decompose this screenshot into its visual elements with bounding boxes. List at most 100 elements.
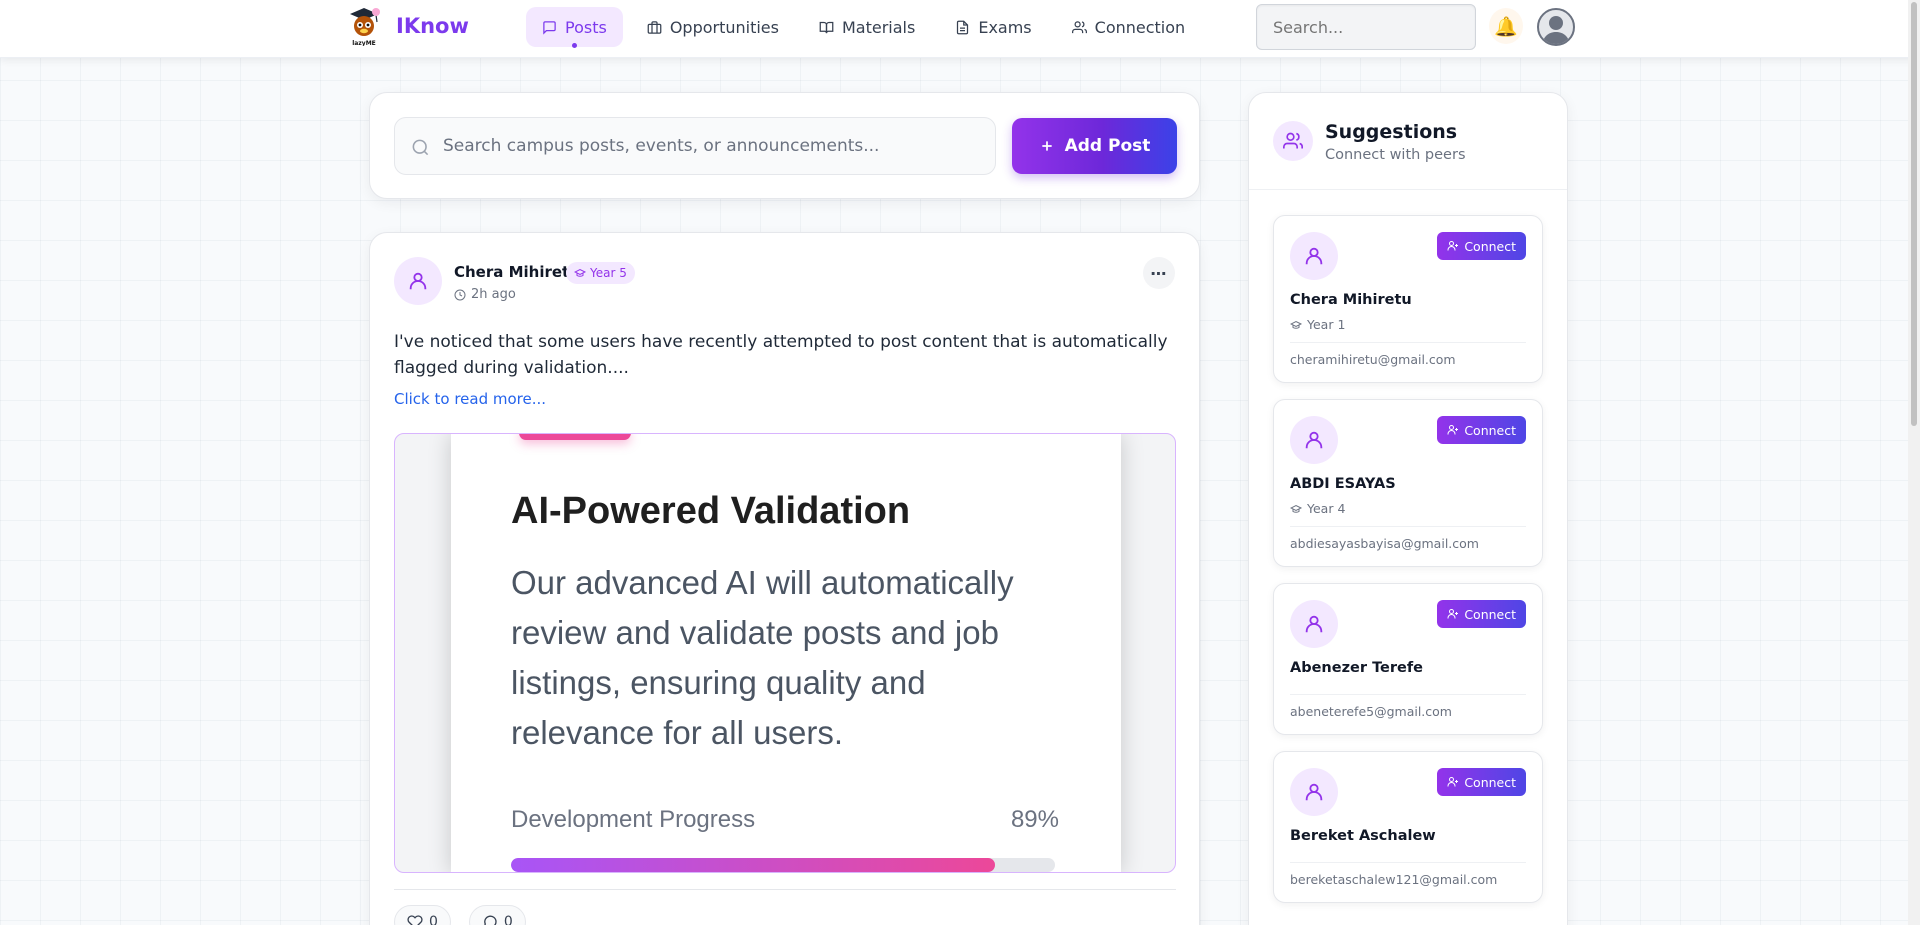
post-time: 2h ago bbox=[454, 287, 516, 302]
message-square-icon bbox=[543, 20, 556, 35]
comment-icon bbox=[484, 915, 497, 925]
image-title: AI-Powered Validation bbox=[511, 490, 911, 532]
suggestion-avatar[interactable] bbox=[1290, 768, 1338, 816]
year-badge-label: Year 5 bbox=[590, 266, 627, 280]
scrollbar-thumb[interactable] bbox=[1911, 2, 1917, 426]
heart-icon bbox=[407, 915, 423, 925]
users-icon bbox=[1273, 121, 1313, 161]
post-actions: 0 0 bbox=[394, 905, 526, 925]
nav-exams[interactable]: Exams bbox=[939, 7, 1047, 47]
briefcase-icon bbox=[647, 20, 662, 34]
post-author-name[interactable]: Chera Mihiretu bbox=[454, 263, 580, 281]
user-icon bbox=[1305, 783, 1323, 801]
post-card: Chera Mihiretu Year 5 2h ago ⋯ I've noti… bbox=[369, 232, 1200, 925]
suggestion-name[interactable]: Bereket Aschalew bbox=[1290, 828, 1436, 844]
suggestions-title: Suggestions bbox=[1325, 121, 1458, 143]
top-navbar: lazyME IKnow Posts Opportunities Materia… bbox=[0, 0, 1920, 58]
user-icon bbox=[1305, 247, 1323, 265]
suggestion-email: cheramihiretu@gmail.com bbox=[1290, 352, 1456, 367]
post-image-content: AI-Powered Validation Our advanced AI wi… bbox=[451, 434, 1121, 872]
like-count: 0 bbox=[429, 914, 438, 925]
nav-materials[interactable]: Materials bbox=[803, 7, 931, 47]
suggestion-divider bbox=[1290, 342, 1526, 343]
suggestion-name[interactable]: Chera Mihiretu bbox=[1290, 292, 1412, 308]
comment-button[interactable]: 0 bbox=[468, 905, 526, 925]
suggestion-divider bbox=[1290, 862, 1526, 863]
connect-button[interactable]: Connect bbox=[1437, 232, 1526, 260]
suggestion-year: Year 4 bbox=[1290, 501, 1345, 516]
graduation-cap-icon bbox=[574, 268, 586, 277]
book-open-icon bbox=[819, 21, 834, 33]
suggestion-avatar[interactable] bbox=[1290, 416, 1338, 464]
feed-search-input[interactable] bbox=[443, 118, 983, 174]
search-icon bbox=[412, 139, 429, 156]
user-avatar[interactable] bbox=[1537, 8, 1575, 46]
suggestion-year: Year 1 bbox=[1290, 317, 1345, 332]
suggestion-avatar[interactable] bbox=[1290, 600, 1338, 648]
suggestion-card: Connect Chera Mihiretu Year 1 cheramihir… bbox=[1273, 215, 1543, 383]
brand-name[interactable]: IKnow bbox=[396, 14, 469, 38]
user-plus-icon bbox=[1447, 425, 1459, 435]
suggestion-divider bbox=[1290, 694, 1526, 695]
users-icon bbox=[1071, 20, 1087, 33]
file-text-icon bbox=[957, 20, 969, 34]
post-time-label: 2h ago bbox=[471, 287, 516, 302]
graduation-cap-icon bbox=[1290, 320, 1302, 329]
connect-button[interactable]: Connect bbox=[1437, 416, 1526, 444]
nav-posts-label: Posts bbox=[565, 17, 607, 37]
user-plus-icon bbox=[1447, 241, 1459, 251]
image-body: Our advanced AI will automatically revie… bbox=[511, 564, 1014, 751]
connect-button[interactable]: Connect bbox=[1437, 768, 1526, 796]
post-text: I've noticed that some users have recent… bbox=[394, 332, 1168, 378]
suggestion-card: Connect Bereket Aschalew bereketaschalew… bbox=[1273, 751, 1543, 903]
feed-search-card: Add Post bbox=[369, 92, 1200, 199]
main-nav: Posts Opportunities Materials Exams Conn… bbox=[526, 7, 1202, 48]
year-badge: Year 5 bbox=[566, 262, 635, 284]
nav-posts[interactable]: Posts bbox=[526, 7, 623, 48]
suggestion-avatar[interactable] bbox=[1290, 232, 1338, 280]
connect-label: Connect bbox=[1464, 422, 1516, 438]
more-options-icon[interactable]: ⋯ bbox=[1143, 257, 1175, 289]
suggestion-year-label: Year 4 bbox=[1307, 501, 1346, 516]
image-progress-track bbox=[511, 858, 1055, 872]
plus-icon bbox=[1041, 141, 1052, 151]
connect-label: Connect bbox=[1464, 238, 1516, 254]
add-post-button[interactable]: Add Post bbox=[1012, 118, 1177, 174]
bell-icon[interactable]: 🔔 bbox=[1489, 8, 1523, 44]
suggestion-name[interactable]: ABDI ESAYAS bbox=[1290, 476, 1396, 492]
image-progress-value: 89% bbox=[1010, 806, 1059, 833]
suggestions-divider bbox=[1249, 189, 1567, 190]
suggestion-email: abdiesayasbayisa@gmail.com bbox=[1290, 536, 1479, 551]
user-icon bbox=[1305, 431, 1323, 449]
logo[interactable]: lazyME bbox=[346, 6, 382, 47]
feed-search-box[interactable] bbox=[394, 117, 996, 175]
suggestion-name[interactable]: Abenezer Terefe bbox=[1290, 660, 1423, 676]
connect-button[interactable]: Connect bbox=[1437, 600, 1526, 628]
read-more-link[interactable]: Click to read more... bbox=[394, 390, 546, 408]
add-post-label: Add Post bbox=[1064, 136, 1151, 156]
connect-label: Connect bbox=[1464, 606, 1516, 622]
svg-text:lazyME: lazyME bbox=[352, 40, 376, 46]
like-button[interactable]: 0 bbox=[394, 905, 451, 925]
nav-exams-label: Exams bbox=[978, 17, 1032, 37]
post-image[interactable]: AI-Powered Validation Our advanced AI wi… bbox=[394, 433, 1176, 873]
suggestion-email: bereketaschalew121@gmail.com bbox=[1290, 872, 1498, 887]
nav-connection[interactable]: Connection bbox=[1056, 7, 1202, 47]
comment-count: 0 bbox=[503, 914, 513, 925]
user-plus-icon bbox=[1447, 777, 1459, 787]
global-search-input[interactable] bbox=[1256, 4, 1476, 50]
image-progress-fill bbox=[511, 858, 996, 872]
suggestion-divider bbox=[1290, 526, 1526, 527]
nav-connection-label: Connection bbox=[1094, 17, 1186, 37]
suggestion-email: abeneterefe5@gmail.com bbox=[1290, 704, 1452, 719]
image-progress-label: Development Progress bbox=[511, 806, 756, 833]
page-scrollbar[interactable] bbox=[1908, 0, 1920, 925]
graduation-cap-icon bbox=[1290, 504, 1302, 513]
image-pill-decoration bbox=[519, 434, 631, 440]
suggestion-card: Connect ABDI ESAYAS Year 4 abdiesayasbay… bbox=[1273, 399, 1543, 567]
post-author-avatar[interactable] bbox=[394, 257, 442, 305]
suggestions-subtitle: Connect with peers bbox=[1325, 147, 1466, 163]
nav-opportunities-label: Opportunities bbox=[669, 17, 779, 37]
user-icon bbox=[409, 272, 427, 290]
nav-opportunities[interactable]: Opportunities bbox=[631, 7, 795, 47]
